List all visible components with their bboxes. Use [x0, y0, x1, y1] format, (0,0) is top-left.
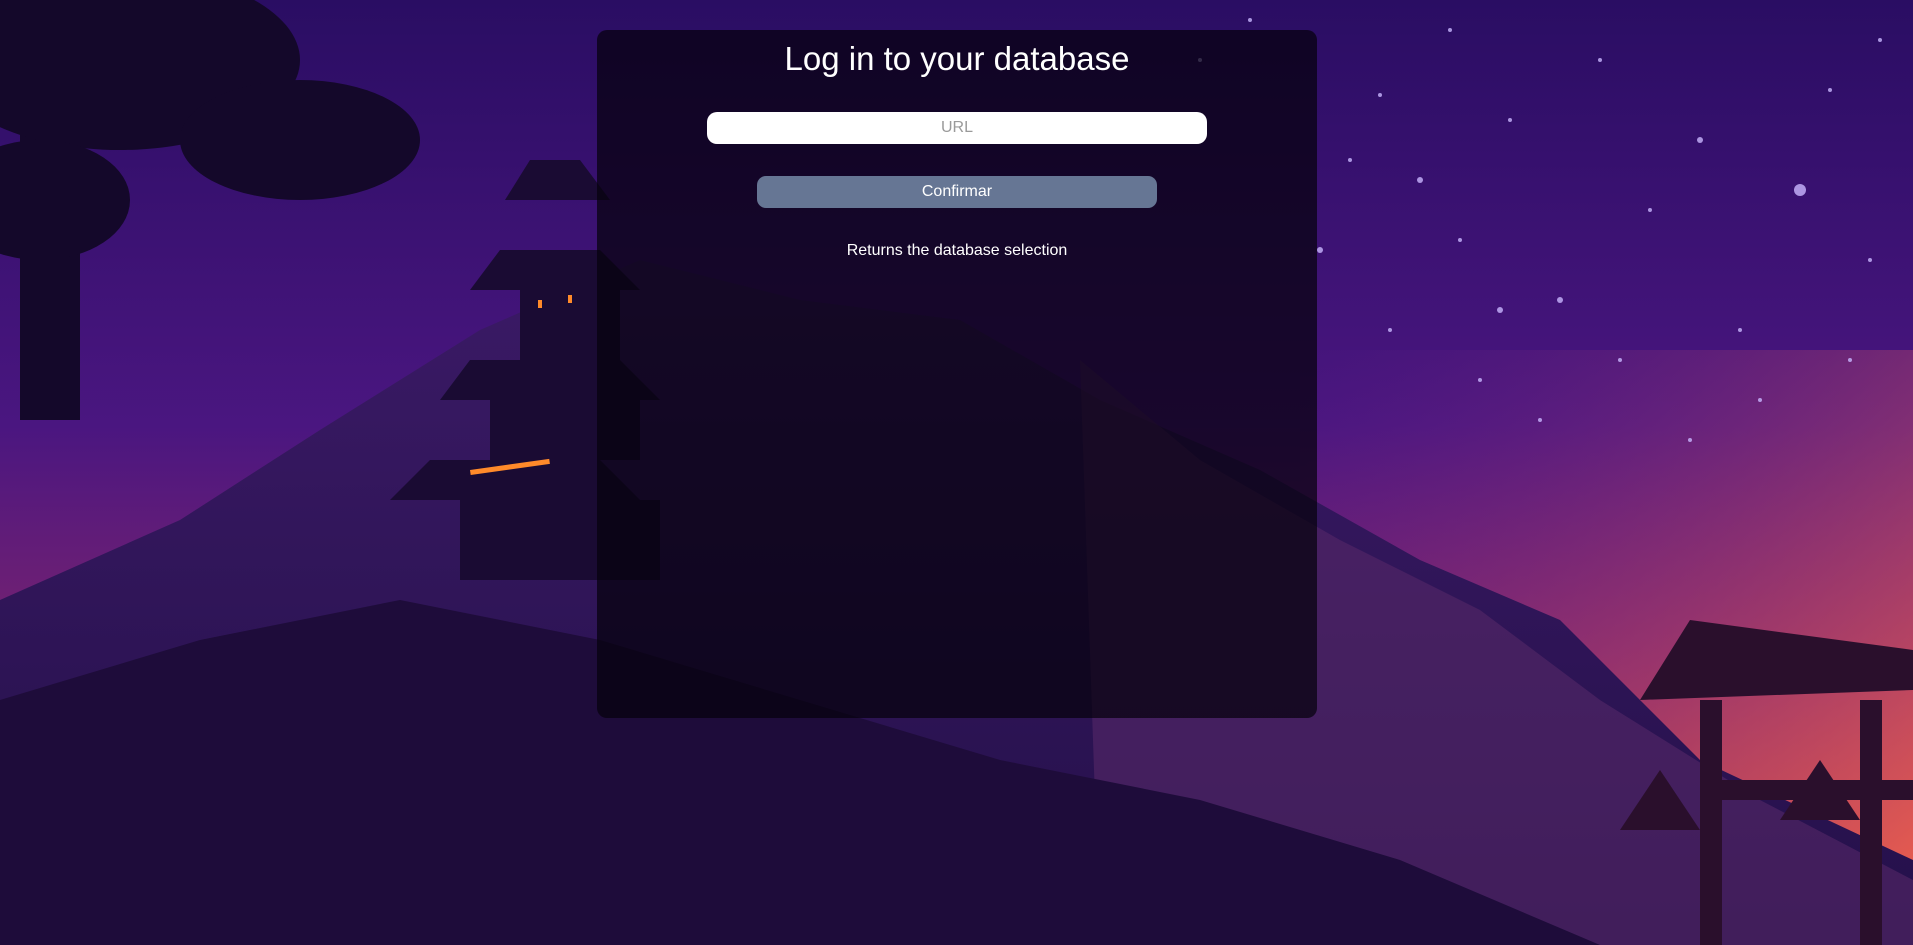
page-title: Log in to your database: [784, 40, 1130, 77]
return-database-selection-link[interactable]: Returns the database selection: [597, 242, 1317, 260]
url-input[interactable]: [707, 112, 1207, 144]
confirm-button[interactable]: Confirmar: [757, 176, 1157, 208]
login-panel: Log in to your database Confirmar Return…: [597, 30, 1317, 718]
login-screen: Log in to your database Confirmar Return…: [0, 0, 1913, 945]
